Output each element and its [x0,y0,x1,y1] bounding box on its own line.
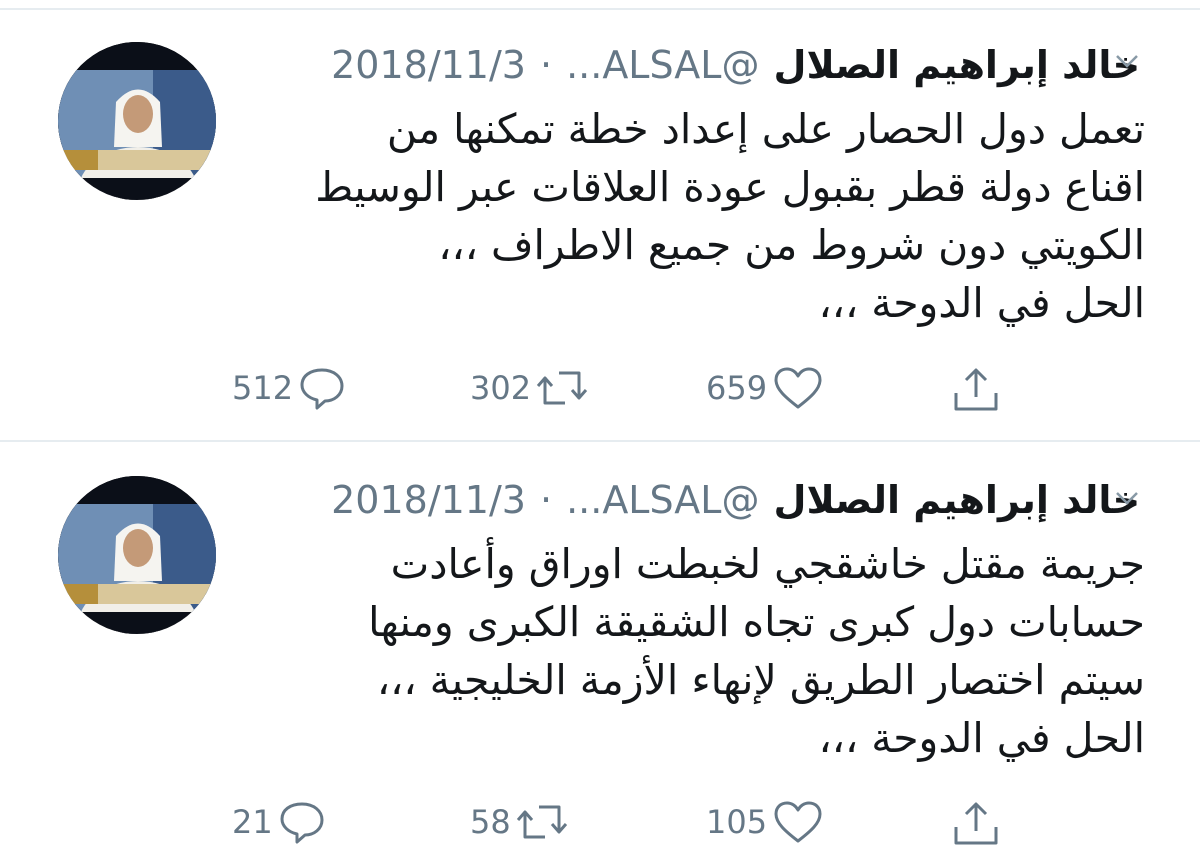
tweet-date[interactable]: 2018/11/3 [331,43,526,87]
retweet-count: 58 [470,803,511,841]
chevron-down-icon[interactable] [1113,47,1153,87]
like-button[interactable]: 105 [706,799,825,845]
avatar[interactable] [58,42,216,200]
separator-dot: · [539,478,553,522]
tweet-text: تعمل دول الحصار على إعداد خطة تمكنها من … [240,100,1145,332]
retweet-icon [536,371,588,405]
tweet-text: جريمة مقتل خاشقجي لخبطت اوراق وأعادت حسا… [240,535,1145,767]
tweet-header: خالد إبراهيم الصلال @ALSAL... · 2018/11/… [240,470,1140,530]
share-button[interactable] [950,799,1002,849]
tweet-2[interactable]: خالد إبراهيم الصلال @ALSAL... · 2018/11/… [0,442,1200,867]
retweet-count: 302 [470,369,532,407]
separator-dot: · [539,43,553,87]
tweet-actions: 512 302 659 [0,365,1200,415]
reply-icon [300,368,344,410]
reply-icon [280,802,324,844]
tweet-1[interactable]: خالد إبراهيم الصلال @ALSAL... · 2018/11/… [0,0,1200,440]
retweet-button[interactable]: 58 [470,799,569,845]
share-button[interactable] [950,365,1002,415]
reply-button[interactable]: 512 [232,365,347,411]
like-count: 105 [706,803,768,841]
tweet-line: اقناع دولة قطر بقبول عودة العلاقات عبر ا… [315,163,1145,211]
tweet-line: حسابات دول كبرى تجاه الشقيقة الكبرى ومنه… [368,598,1145,646]
tweet-date[interactable]: 2018/11/3 [331,478,526,522]
like-button[interactable]: 659 [706,365,825,411]
author-handle[interactable]: @ALSAL... [566,43,759,87]
like-count: 659 [706,369,768,407]
retweet-icon [516,805,567,839]
author-name[interactable]: خالد إبراهيم الصلال [773,478,1140,522]
tweet-line: الحل في الدوحة ،،، [818,279,1146,327]
share-icon [954,802,998,845]
author-handle[interactable]: @ALSAL... [566,478,759,522]
tweet-line: الكويتي دون شروط من جميع الاطراف ،،، [438,221,1145,269]
author-name[interactable]: خالد إبراهيم الصلال [773,43,1140,87]
tweet-line: تعمل دول الحصار على إعداد خطة تمكنها من [386,105,1145,153]
avatar[interactable] [58,476,216,634]
tweet-line: جريمة مقتل خاشقجي لخبطت اوراق وأعادت [390,540,1145,588]
share-icon [954,368,998,411]
reply-count: 512 [232,369,294,407]
like-icon [774,367,822,409]
tweet-line: سيتم اختصار الطريق لإنهاء الأزمة الخليجي… [376,656,1145,704]
tweet-line: الحل في الدوحة ،،، [818,714,1146,762]
like-icon [774,801,822,843]
retweet-button[interactable]: 302 [470,365,589,411]
reply-button[interactable]: 21 [232,799,327,845]
chevron-down-icon[interactable] [1113,484,1153,524]
tweet-header: خالد إبراهيم الصلال @ALSAL... · 2018/11/… [240,35,1140,95]
tweet-actions: 21 58 105 [0,799,1200,849]
reply-count: 21 [232,803,273,841]
